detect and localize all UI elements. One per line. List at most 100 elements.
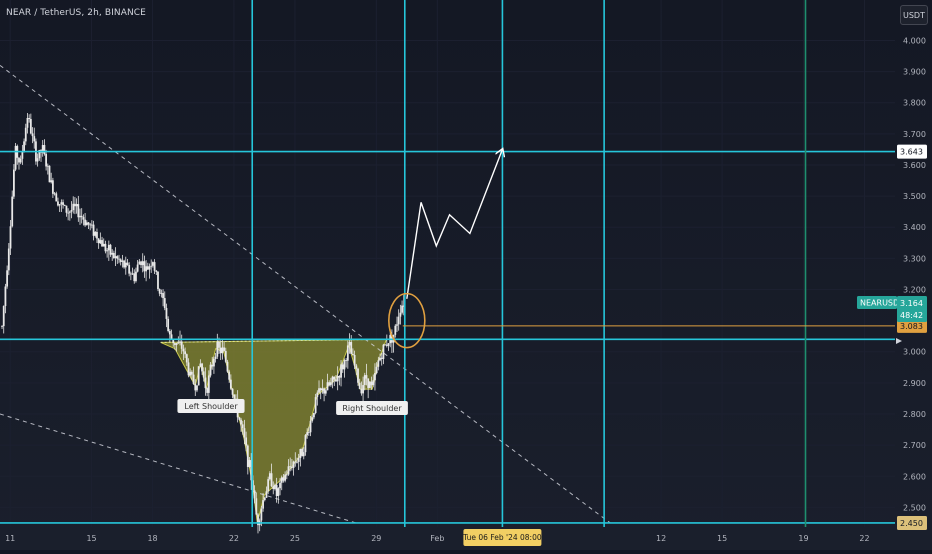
candle-body — [140, 261, 142, 266]
candle-body — [246, 445, 249, 467]
badge-countdown-text: 48:42 — [900, 311, 923, 320]
chart-area[interactable]: Left Shoulder Right Shoulder 4.000 3.900 3.… — [0, 0, 932, 550]
candle-body — [23, 141, 25, 153]
candle-body — [329, 382, 332, 386]
candle-body — [190, 371, 193, 375]
x-tick-label: 29 — [371, 534, 381, 543]
candle-body — [338, 375, 341, 378]
candle-body — [262, 500, 264, 509]
x-tick-label: 19 — [798, 534, 808, 543]
y-tick-label: 3.400 — [903, 223, 926, 232]
candle-body — [353, 354, 356, 366]
candle-body — [167, 318, 170, 332]
candle-body — [153, 262, 156, 271]
candle-body — [314, 397, 317, 414]
candle-body — [192, 374, 195, 384]
candle-body — [29, 119, 32, 134]
candle-body — [45, 153, 48, 167]
candle-body — [99, 240, 102, 244]
candle-body — [6, 270, 9, 287]
right-shoulder-label: Right Shoulder — [336, 401, 408, 415]
candle-body — [129, 273, 132, 275]
candle-body — [175, 343, 178, 345]
candle-body — [316, 392, 319, 398]
candle-body — [309, 420, 312, 433]
candle-body — [74, 203, 76, 207]
candle-body — [7, 248, 10, 271]
candle-body — [113, 252, 115, 259]
candle-body — [306, 432, 309, 436]
candle-body — [111, 252, 114, 255]
candle-body — [380, 357, 383, 359]
candle-body — [224, 350, 227, 362]
grid-lines — [0, 0, 932, 550]
candle-body — [77, 204, 80, 218]
x-tick-label: 22 — [229, 534, 239, 543]
x-tick-label: 18 — [147, 534, 157, 543]
candle-body — [123, 260, 125, 268]
candle-body — [253, 490, 256, 499]
badge-last-price-text: 3.164 — [900, 299, 923, 308]
candle-body — [82, 217, 85, 220]
candle-body — [177, 342, 180, 344]
candle-body — [335, 379, 337, 382]
candle-body — [367, 378, 370, 388]
candle-body — [374, 373, 376, 381]
candle-body — [229, 379, 232, 389]
candle-body — [370, 381, 373, 386]
candle-body — [296, 461, 298, 463]
candle-body — [263, 497, 266, 501]
candle-body — [143, 261, 146, 272]
candle-body — [299, 449, 302, 458]
candle-body — [33, 136, 36, 142]
candle-body — [279, 482, 281, 489]
x-tick-label: 22 — [859, 534, 869, 543]
candle-body — [265, 491, 268, 498]
y-tick-label: 2.500 — [903, 503, 926, 512]
candle-body — [46, 165, 49, 167]
candle-body — [50, 180, 53, 183]
candle-body — [12, 169, 15, 197]
candle-body — [92, 224, 95, 236]
x-tick-label: 11 — [5, 534, 15, 543]
price-chart[interactable]: Left Shoulder Right Shoulder 4.000 3.900 3.… — [0, 0, 932, 550]
candle-body — [221, 347, 224, 354]
candle-body — [65, 205, 68, 213]
candle-body — [385, 344, 388, 346]
candle-body — [121, 260, 124, 262]
crosshair-date-text: Tue 06 Feb '24 08:00 — [462, 533, 542, 542]
candle-body — [201, 363, 203, 372]
badge-current-level-text: 3.083 — [900, 322, 923, 331]
candle-body — [387, 343, 390, 346]
candle-body — [368, 381, 371, 388]
candle-body — [145, 266, 148, 272]
candle-body — [124, 262, 127, 268]
candle-body — [116, 256, 119, 259]
currency-button[interactable]: USDT — [900, 5, 928, 25]
candle-body — [282, 477, 285, 481]
candle-body — [1, 326, 3, 327]
candle-body — [101, 240, 103, 247]
candle-body — [133, 273, 136, 282]
candle-body — [219, 347, 222, 354]
candle-body — [189, 371, 192, 376]
candle-body — [11, 196, 14, 227]
candle-body — [151, 262, 154, 266]
candle-body — [233, 394, 236, 399]
candle-body — [345, 360, 348, 361]
x-tick-label: 15 — [717, 534, 727, 543]
candle-body — [146, 266, 149, 270]
candle-body — [218, 341, 220, 348]
candle-body — [363, 375, 366, 386]
candle-body — [289, 466, 292, 468]
candle-body — [207, 375, 210, 393]
candle-body — [331, 376, 334, 383]
candle-body — [197, 366, 200, 386]
candle-body — [238, 417, 241, 420]
candle-body — [260, 508, 263, 521]
candle-body — [297, 457, 300, 462]
candle-body — [228, 371, 231, 380]
candle-body — [89, 224, 92, 226]
candle-body — [267, 479, 270, 492]
candle-body — [323, 388, 325, 394]
